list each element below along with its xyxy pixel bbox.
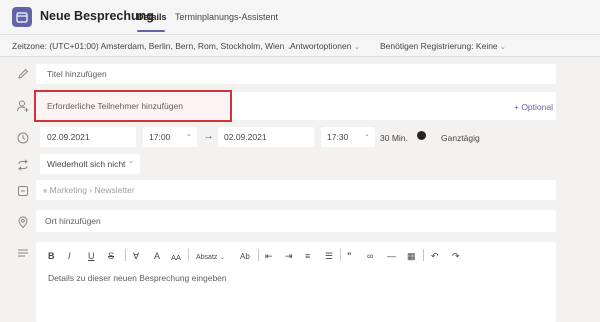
toolbar-separator <box>258 249 259 261</box>
toolbar-separator <box>125 249 126 261</box>
active-tab-indicator <box>137 30 165 32</box>
response-options-dropdown[interactable]: Antwortoptionen ⌄ <box>290 41 360 51</box>
font-color-button[interactable]: A <box>154 251 160 261</box>
clock-icon <box>16 131 30 145</box>
timezone-dropdown[interactable]: Zeitzone: (UTC+01:00) Amsterdam, Berlin,… <box>12 41 293 51</box>
calendar-app-icon <box>12 7 32 27</box>
redo-icon[interactable]: ↷ <box>452 251 460 262</box>
numbered-list-icon[interactable]: ☰ <box>325 251 333 262</box>
horizontal-rule-icon[interactable]: — <box>387 251 396 261</box>
title-placeholder: Titel hinzufügen <box>47 69 107 79</box>
end-date-input[interactable]: 02.09.2021 <box>218 127 314 147</box>
location-placeholder: Ort hinzufügen <box>45 216 101 226</box>
toolbar-separator <box>423 249 424 261</box>
allday-toggle[interactable] <box>417 131 426 140</box>
strikethrough-button[interactable]: S <box>108 251 114 261</box>
options-bar: Zeitzone: (UTC+01:00) Amsterdam, Berlin,… <box>0 35 600 57</box>
start-time-select[interactable]: 17:00 ⌄ <box>143 127 197 147</box>
toolbar-separator <box>188 249 189 261</box>
bold-button[interactable]: B <box>48 251 55 261</box>
details-placeholder: Details zu dieser neuen Besprechung eing… <box>48 273 227 283</box>
indent-icon[interactable]: ⇥ <box>285 251 293 262</box>
link-icon[interactable]: ∞ <box>367 251 373 261</box>
chevron-down-icon: ⌄ <box>128 158 134 165</box>
timezone-label: Zeitzone: (UTC+01:00) Amsterdam, Berlin,… <box>12 41 285 51</box>
title-input[interactable]: Titel hinzufügen <box>36 64 556 84</box>
chevron-down-icon: ⌄ <box>219 254 226 261</box>
channel-icon <box>16 184 30 198</box>
end-time-value: 17:30 <box>327 132 349 142</box>
clear-format-button[interactable]: Ab <box>240 252 250 261</box>
location-input[interactable]: Ort hinzufügen <box>36 210 556 232</box>
bullet-list-icon[interactable]: ≡ <box>305 251 310 261</box>
end-time-select[interactable]: 17:30 ⌄ <box>321 127 375 147</box>
registration-label: Benötigen Registrierung: Keine <box>380 41 498 51</box>
outdent-icon[interactable]: ⇤ <box>265 251 273 262</box>
arrow-right-icon: → <box>203 130 214 142</box>
repeat-icon <box>16 158 30 172</box>
channel-team: Marketing <box>49 185 87 195</box>
start-date-input[interactable]: 02.09.2021 <box>40 127 136 147</box>
channel-breadcrumb: ■ Marketing › Newsletter <box>43 185 135 195</box>
undo-icon[interactable]: ↶ <box>431 251 439 262</box>
table-icon[interactable]: ▦ <box>407 251 416 262</box>
channel-name: Newsletter <box>94 185 135 195</box>
chevron-right-icon: › <box>89 185 93 195</box>
chevron-down-icon: ⌄ <box>364 131 370 138</box>
chevron-down-icon: ⌄ <box>500 44 506 51</box>
pencil-icon <box>16 67 30 81</box>
location-pin-icon <box>16 215 30 229</box>
add-person-icon <box>16 99 30 113</box>
end-date-value: 02.09.2021 <box>224 132 267 142</box>
paragraph-label: Absatz <box>196 254 218 261</box>
duration-label: 30 Min. <box>380 133 408 143</box>
italic-button[interactable]: I <box>68 251 71 261</box>
add-optional-link[interactable]: + Optional <box>514 102 553 112</box>
quote-icon[interactable]: ” <box>347 251 352 261</box>
tab-details[interactable]: Details <box>137 12 167 22</box>
response-options-label: Antwortoptionen <box>290 41 352 51</box>
text-lines-icon <box>16 246 30 260</box>
team-icon: ■ <box>43 188 48 195</box>
channel-input[interactable]: ■ Marketing › Newsletter <box>36 180 556 200</box>
repeat-dropdown[interactable]: Wiederholt sich nicht ⌄ <box>40 154 140 174</box>
registration-dropdown[interactable]: Benötigen Registrierung: Keine ⌄ <box>380 41 506 51</box>
underline-button[interactable]: U <box>88 251 95 261</box>
font-size-button[interactable]: AA <box>171 253 181 262</box>
repeat-value: Wiederholt sich nicht <box>47 159 126 169</box>
highlight-button[interactable]: ∀ <box>133 251 139 262</box>
start-date-value: 02.09.2021 <box>47 132 90 142</box>
header: Neue Besprechung Details Terminplanungs-… <box>0 0 600 34</box>
toolbar-separator <box>340 249 341 261</box>
start-time-value: 17:00 <box>149 132 171 142</box>
attendees-placeholder: Erforderliche Teilnehmer hinzufügen <box>47 101 183 111</box>
chevron-down-icon: ⌄ <box>186 131 192 138</box>
chevron-down-icon: ⌄ <box>353 44 360 51</box>
tab-scheduling-assistant[interactable]: Terminplanungs-Assistent <box>175 12 278 22</box>
allday-label: Ganztägig <box>441 133 480 143</box>
paragraph-dropdown[interactable]: Absatz ⌄ <box>196 253 225 261</box>
